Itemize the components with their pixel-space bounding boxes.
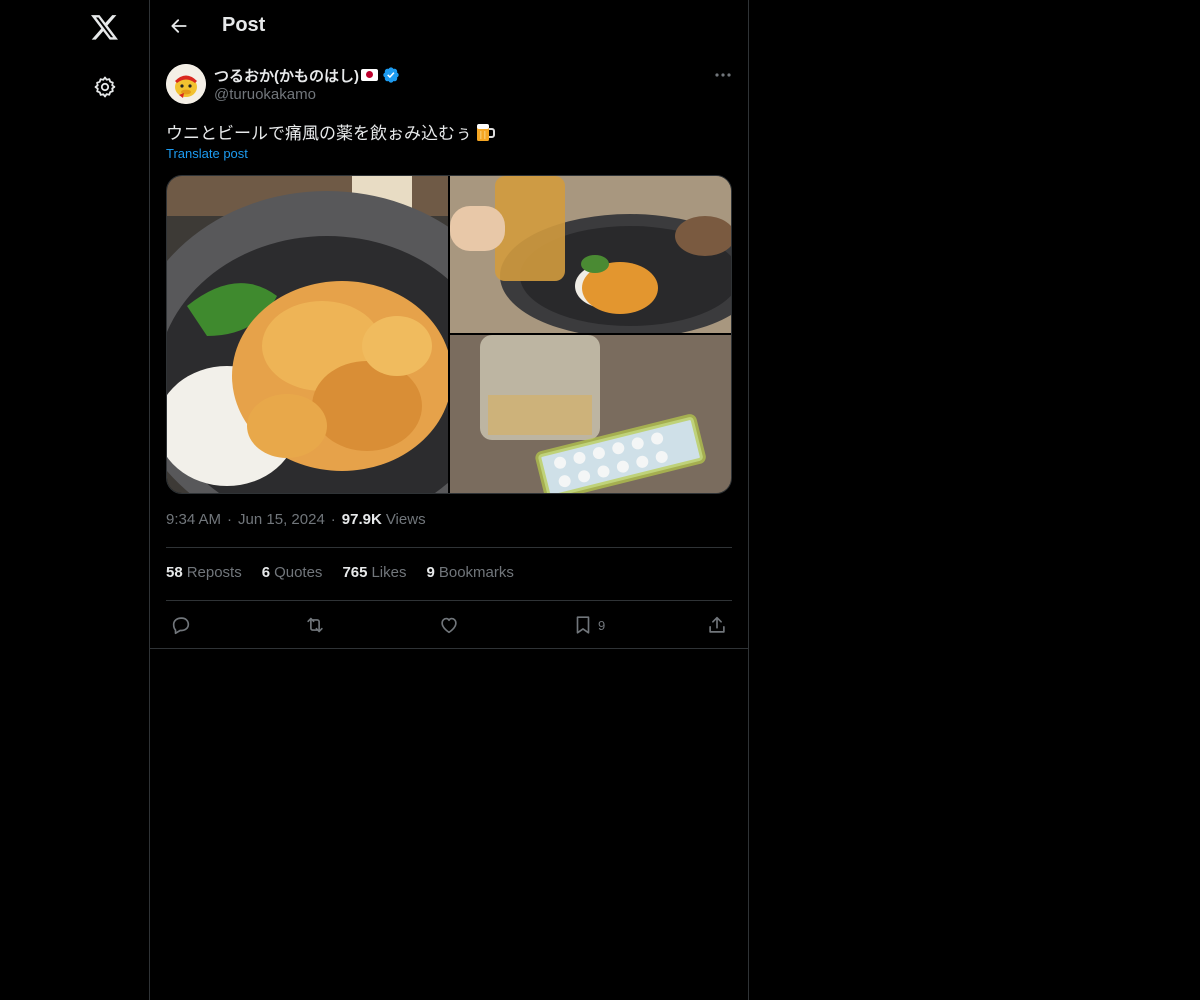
back-button[interactable] <box>162 9 196 43</box>
engagement-stats: 58 Reposts 6 Quotes 765 Likes 9 Bookmarks <box>166 564 534 581</box>
likes-count: 765 <box>342 564 368 581</box>
gear-icon[interactable] <box>85 67 125 107</box>
pills-glass-photo[interactable] <box>450 335 731 493</box>
views-label: Views <box>385 511 426 528</box>
like-button[interactable] <box>438 610 460 640</box>
divider <box>166 547 732 548</box>
page-header: Post <box>150 0 748 53</box>
more-icon <box>715 73 731 77</box>
action-bar: 9 <box>166 610 732 640</box>
page-title: Post <box>222 14 266 36</box>
post-date[interactable]: Jun 15, 2024 <box>238 511 325 528</box>
beer-mug-icon <box>474 121 496 143</box>
repost-icon <box>307 617 323 633</box>
meta-separator: · <box>330 511 336 528</box>
share-button[interactable] <box>706 610 728 640</box>
heart-icon <box>441 617 457 634</box>
author-name[interactable]: つるおか(かものはし) <box>214 65 359 86</box>
bookmarks-label: Bookmarks <box>438 564 514 581</box>
likes-stat[interactable]: 765 Likes <box>342 564 406 581</box>
reposts-count: 58 <box>166 564 183 581</box>
more-options-button[interactable] <box>708 64 738 86</box>
author-handle[interactable]: @turuokakamo <box>214 86 316 103</box>
japan-flag-icon <box>361 69 378 81</box>
reply-button[interactable] <box>170 610 192 640</box>
bookmark-button[interactable]: 9 <box>572 610 605 640</box>
verified-badge-icon <box>382 66 400 84</box>
author-name-row[interactable]: つるおか(かものはし) <box>214 64 400 86</box>
avatar[interactable] <box>166 64 206 104</box>
repost-button[interactable] <box>303 610 327 640</box>
quotes-label: Quotes <box>274 564 323 581</box>
bookmark-count: 9 <box>598 617 606 633</box>
reposts-label: Reposts <box>186 564 242 581</box>
bookmarks-stat[interactable]: 9 Bookmarks <box>427 564 514 581</box>
post-text-body: ウニとビールで痛風の薬を飲ぉみ込むぅ <box>166 124 472 143</box>
share-icon <box>709 616 725 633</box>
post-text: ウニとビールで痛風の薬を飲ぉみ込むぅ <box>166 119 496 144</box>
reply-icon <box>172 617 190 635</box>
bookmarks-count: 9 <box>426 564 435 581</box>
uni-rice-bowl-photo[interactable] <box>167 176 448 493</box>
post-time[interactable]: 9:34 AM <box>166 511 221 528</box>
reposts-stat[interactable]: 58 Reposts <box>166 564 242 581</box>
translate-post-link[interactable]: Translate post <box>166 146 248 161</box>
views-count: 97.9K <box>341 511 382 528</box>
likes-label: Likes <box>371 564 407 581</box>
divider <box>166 600 732 601</box>
beer-glass-photo[interactable] <box>450 176 731 333</box>
bookmark-icon <box>576 616 590 634</box>
post-meta: 9:34 AM · Jun 15, 2024 · 97.9K Views <box>166 511 426 528</box>
meta-separator: · <box>227 511 233 528</box>
post-column: Post つるおか(かものはし) @turuokakamo ウニとビールで痛風の… <box>149 0 749 1000</box>
quotes-count: 6 <box>261 564 271 581</box>
quotes-stat[interactable]: 6 Quotes <box>262 564 323 581</box>
left-nav <box>0 0 149 1000</box>
media-grid <box>166 175 732 494</box>
x-logo-icon[interactable] <box>85 8 125 48</box>
post-bottom-border <box>150 648 748 649</box>
arrow-left-icon <box>171 19 187 33</box>
